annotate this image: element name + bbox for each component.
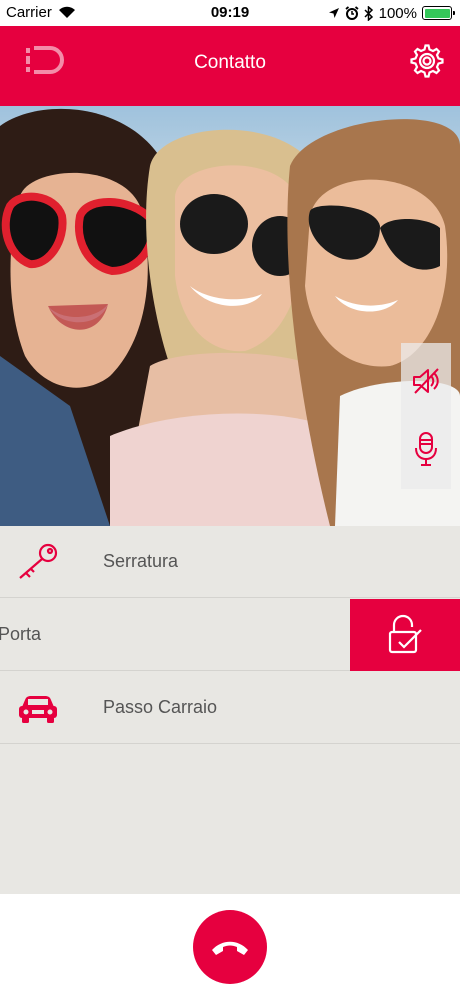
key-icon	[19, 543, 58, 579]
unlock-door-button[interactable]	[350, 599, 460, 671]
battery-icon	[422, 6, 455, 20]
location-icon	[328, 8, 339, 18]
microphone-icon	[415, 432, 437, 466]
status-indicators: 100%	[328, 3, 455, 23]
car-icon	[19, 696, 57, 723]
phone-hangup-icon	[212, 941, 248, 955]
carrier-label: Carrier	[6, 4, 52, 21]
gear-icon[interactable]	[410, 44, 444, 78]
status-bar: Carrier 09:19 100%	[0, 0, 460, 26]
action-label: Porta	[0, 624, 42, 644]
unlock-check-icon	[388, 614, 422, 654]
call-controls-panel	[401, 343, 451, 489]
call-bar	[0, 894, 460, 996]
action-row-passo-carraio[interactable]: Passo Carraio	[0, 672, 460, 744]
caller-video-image	[0, 108, 460, 526]
video-feed[interactable]	[0, 106, 460, 526]
actions-list: Serratura Porta Passo Carraio	[0, 526, 460, 894]
action-row-serratura[interactable]: Serratura	[0, 526, 460, 598]
action-label: Passo Carraio	[103, 697, 218, 717]
bluetooth-icon	[364, 5, 373, 21]
action-row-porta[interactable]: Porta	[0, 599, 460, 671]
page-title: Contatto	[194, 52, 266, 73]
hangup-button[interactable]	[193, 910, 267, 984]
wifi-icon	[59, 6, 75, 19]
action-label: Serratura	[103, 551, 179, 571]
app-header: Contatto	[0, 26, 460, 106]
battery-percent: 100%	[378, 4, 417, 22]
mute-speaker-button[interactable]	[401, 347, 451, 415]
alarm-icon	[345, 6, 359, 20]
microphone-button[interactable]	[401, 415, 451, 483]
speaker-muted-icon	[413, 368, 439, 394]
